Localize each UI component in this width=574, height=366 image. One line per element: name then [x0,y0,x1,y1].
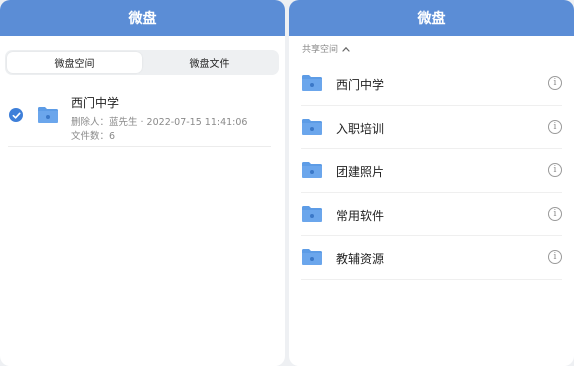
list-item[interactable]: 入职培训 i [289,106,574,149]
folder-icon [301,74,323,92]
right-panel: 微盘 共享空间 西门中学 i 入职培训 i 团建照片 i 常用软件 i 教辅资源… [289,0,574,366]
folder-icon [301,205,323,223]
section-header-shared-space[interactable]: 共享空间 [302,42,350,55]
info-icon[interactable]: i [548,119,562,134]
folder-icon [301,248,323,266]
info-icon[interactable]: i [548,163,562,177]
folder-name: 团建照片 [336,165,385,179]
header: 微盘 [289,0,574,36]
list-item[interactable]: 常用软件 i [289,193,574,236]
list-item[interactable]: 教辅资源 i [289,236,574,280]
left-panel: 微盘 微盘空间 微盘文件 西门中学 删除人：蓝先生 · 2022-07-15 1… [0,0,285,366]
info-icon[interactable]: i [548,250,562,264]
tab-drive-space[interactable]: 微盘空间 [7,52,142,73]
item-meta-file-count: 文件数：6 [71,131,116,142]
folder-name: 常用软件 [336,208,385,223]
list-item[interactable]: 西门中学 i [289,62,574,106]
chevron-up-icon [342,46,350,52]
info-icon[interactable]: i [548,206,562,221]
section-label: 共享空间 [302,45,339,55]
tab-drive-files[interactable]: 微盘文件 [142,52,277,73]
info-icon[interactable]: i [548,76,562,90]
folder-name: 入职培训 [336,121,385,136]
page-title: 微盘 [417,11,446,27]
list-item[interactable]: 西门中学 删除人：蓝先生 · 2022-07-15 11:41:06 文件数：6 [0,88,285,146]
list-item[interactable]: 团建照片 i [289,149,574,193]
folder-icon [37,106,59,124]
folder-name: 教辅资源 [336,252,385,266]
folder-list: 西门中学 i 入职培训 i 团建照片 i 常用软件 i 教辅资源 i [289,62,574,280]
header: 微盘 [0,0,285,36]
divider [301,278,562,280]
item-title: 西门中学 [71,96,120,110]
item-meta-deleted-by: 删除人：蓝先生 · 2022-07-15 11:41:06 [71,117,248,128]
folder-icon [301,118,323,136]
page-title: 微盘 [128,11,157,27]
space-segmented-control: 微盘空间 微盘文件 [5,50,279,75]
folder-icon [301,161,323,179]
checkmark-icon[interactable] [9,108,23,122]
folder-name: 西门中学 [336,78,385,92]
divider [8,146,271,147]
